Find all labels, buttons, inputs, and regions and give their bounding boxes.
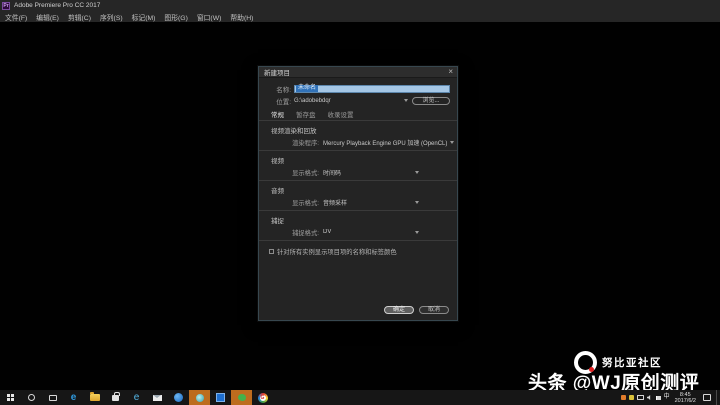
blue-tile-app-icon (216, 393, 225, 402)
folder-icon (90, 394, 100, 401)
general-settings: 视频渲染和回放 渲染程序: Mercury Playback Engine GP… (259, 120, 457, 260)
network-icon[interactable] (637, 395, 644, 400)
running-app-button-2[interactable] (231, 390, 252, 405)
app-title: Adobe Premiere Pro CC 2017 (14, 2, 100, 9)
edge-button[interactable]: e (63, 390, 84, 405)
close-icon[interactable]: × (448, 68, 453, 76)
capture-format-dropdown[interactable]: DV (323, 229, 423, 235)
new-project-dialog: 新建项目 × 名称: 未命名 位置: G:\adobebdqr 浏览... 常规… (258, 66, 458, 321)
app-titlebar: Pr Adobe Premiere Pro CC 2017 (0, 0, 720, 11)
windows-logo-icon (7, 394, 14, 401)
section-title: 视频渲染和回放 (271, 125, 449, 135)
taskbar: e e G 中 8:45 2017/6/2 (0, 390, 720, 405)
section-video-rendering: 视频渲染和回放 渲染程序: Mercury Playback Engine GP… (259, 120, 457, 150)
volume-icon[interactable] (647, 395, 653, 400)
teal-circle-app-icon (196, 394, 204, 402)
menu-item-edit[interactable]: 编辑(E) (36, 12, 59, 22)
renderer-label: 渲染程序: (271, 138, 319, 147)
checkbox-label: 针对所有实例显示项目项的名称和标签颜色 (277, 247, 397, 256)
renderer-value: Mercury Playback Engine GPU 加速 (OpenCL) (323, 138, 447, 147)
dialog-buttons: 确定 取消 (384, 306, 449, 314)
display-names-option: 针对所有实例显示项目项的名称和标签颜色 (259, 240, 457, 260)
action-center-icon[interactable] (703, 394, 711, 401)
store-button[interactable] (105, 390, 126, 405)
dialog-body: 名称: 未命名 位置: G:\adobebdqr 浏览... 常规 暂存盘 收录… (259, 78, 457, 320)
taskbar-clock[interactable]: 8:45 2017/6/2 (673, 392, 698, 404)
menu-item-markers[interactable]: 标记(M) (132, 12, 156, 22)
file-explorer-button[interactable] (84, 390, 105, 405)
edge-icon: e (71, 393, 77, 403)
menu-item-sequence[interactable]: 序列(S) (100, 12, 123, 22)
premiere-icon: Pr (2, 2, 10, 10)
audio-display-format-label: 显示格式: (271, 198, 319, 207)
chevron-down-icon (415, 201, 419, 204)
g-app-icon: G (258, 393, 268, 403)
dialog-titlebar[interactable]: 新建项目 × (259, 67, 457, 78)
section-audio: 音频 显示格式: 音频采样 (259, 180, 457, 210)
blue-tile-app-button[interactable] (210, 390, 231, 405)
menu-item-help[interactable]: 帮助(H) (230, 12, 253, 22)
start-button[interactable] (0, 390, 21, 405)
shopping-bag-icon (112, 395, 119, 401)
chevron-down-icon (450, 141, 454, 144)
running-app-button-1[interactable] (189, 390, 210, 405)
blue-app-button[interactable] (168, 390, 189, 405)
chevron-down-icon (415, 171, 419, 174)
chevron-down-icon (415, 231, 419, 234)
capture-format-value: DV (323, 229, 412, 235)
selected-name-text: 未命名 (296, 85, 318, 92)
capture-format-label: 捕捉格式: (271, 228, 319, 237)
section-title: 音频 (271, 185, 449, 195)
dialog-title: 新建项目 (264, 67, 290, 77)
green-app-icon (238, 394, 246, 401)
name-label: 名称: (267, 84, 291, 94)
section-video: 视频 显示格式: 时间码 (259, 150, 457, 180)
section-title: 视频 (271, 155, 449, 165)
section-title: 捕捉 (271, 215, 449, 225)
tray-orange-app-icon[interactable] (621, 395, 626, 400)
audio-display-format-value: 音频采样 (323, 198, 412, 207)
location-value: G:\adobebdqr (294, 98, 401, 104)
browse-button[interactable]: 浏览... (412, 97, 450, 105)
show-desktop-button[interactable] (716, 390, 719, 405)
location-label: 位置: (267, 96, 291, 106)
task-view-icon (49, 395, 57, 401)
clock-date: 2017/6/2 (675, 398, 696, 404)
menu-item-window[interactable]: 窗口(W) (197, 12, 222, 22)
video-display-format-label: 显示格式: (271, 168, 319, 177)
video-display-format-dropdown[interactable]: 时间码 (323, 168, 423, 177)
menu-item-clip[interactable]: 剪辑(C) (68, 12, 91, 22)
ok-button[interactable]: 确定 (384, 306, 414, 314)
envelope-icon (153, 395, 162, 401)
menu-item-file[interactable]: 文件(F) (5, 12, 27, 22)
internet-explorer-icon: e (134, 393, 140, 403)
menu-item-graphics[interactable]: 图形(G) (164, 12, 187, 22)
project-name-input[interactable]: 未命名 (294, 85, 450, 93)
video-display-format-value: 时间码 (323, 168, 412, 177)
renderer-dropdown[interactable]: Mercury Playback Engine GPU 加速 (OpenCL) (323, 138, 458, 147)
app-menubar: 文件(F) 编辑(E) 剪辑(C) 序列(S) 标记(M) 图形(G) 窗口(W… (0, 11, 720, 22)
ime-indicator[interactable]: 中 (664, 394, 670, 401)
internet-explorer-button[interactable]: e (126, 390, 147, 405)
chevron-down-icon (404, 99, 408, 102)
audio-display-format-dropdown[interactable]: 音频采样 (323, 198, 423, 207)
checkbox[interactable] (269, 249, 274, 254)
search-icon (28, 394, 35, 401)
flag-icon[interactable] (656, 396, 661, 400)
cancel-button[interactable]: 取消 (419, 306, 449, 314)
task-view-button[interactable] (42, 390, 63, 405)
g-app-button[interactable]: G (252, 390, 273, 405)
section-capture: 捕捉 捕捉格式: DV (259, 210, 457, 240)
tray-yellow-app-icon[interactable] (629, 395, 634, 400)
system-tray: 中 8:45 2017/6/2 (621, 390, 720, 405)
search-button[interactable] (21, 390, 42, 405)
blue-app-icon (174, 393, 183, 402)
location-dropdown[interactable]: G:\adobebdqr (294, 97, 412, 105)
mail-button[interactable] (147, 390, 168, 405)
